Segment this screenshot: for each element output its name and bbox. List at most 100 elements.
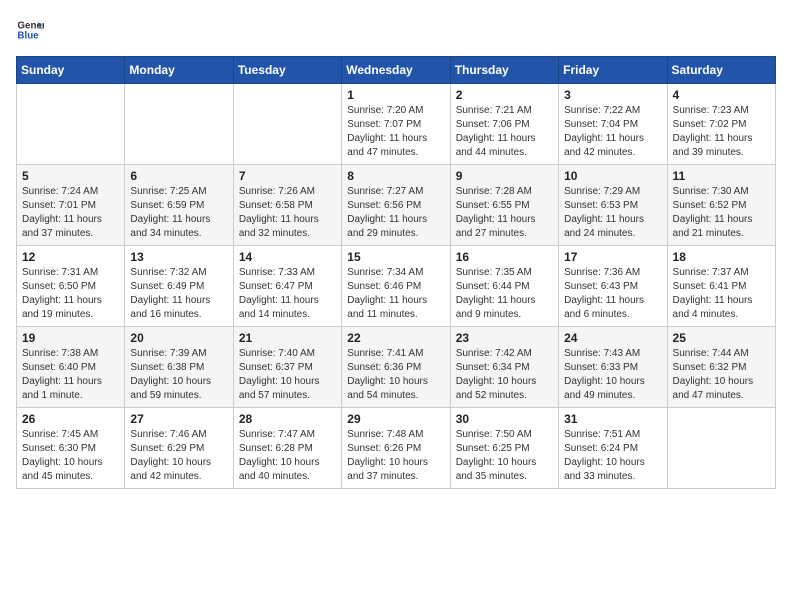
weekday-header: Saturday — [667, 57, 775, 84]
calendar-cell: 5 Sunrise: 7:24 AM Sunset: 7:01 PM Daylig… — [17, 165, 125, 246]
calendar-cell: 26 Sunrise: 7:45 AM Sunset: 6:30 PM Dayli… — [17, 408, 125, 489]
weekday-header: Thursday — [450, 57, 558, 84]
calendar-cell — [17, 84, 125, 165]
calendar-cell: 28Sunrise: 7:47 AM Sunset: 6:28 PM Dayli… — [233, 408, 341, 489]
day-info: Sunrise: 7:24 AM Sunset: 7:01 PM Dayligh… — [22, 185, 119, 241]
day-info: Sunrise: 7:34 AM Sunset: 6:46 PM Dayligh… — [347, 266, 444, 322]
svg-text:Blue: Blue — [17, 30, 39, 41]
calendar-cell: 29Sunrise: 7:48 AM Sunset: 6:26 PM Dayli… — [342, 408, 450, 489]
day-info: Sunrise: 7:38 AM Sunset: 6:40 PM Dayligh… — [22, 347, 119, 403]
day-info: Sunrise: 7:22 AM Sunset: 7:04 PM Dayligh… — [564, 104, 661, 160]
calendar-cell: 8Sunrise: 7:27 AM Sunset: 6:56 PM Daylig… — [342, 165, 450, 246]
day-info: Sunrise: 7:39 AM Sunset: 6:38 PM Dayligh… — [130, 347, 227, 403]
day-info: Sunrise: 7:42 AM Sunset: 6:34 PM Dayligh… — [456, 347, 553, 403]
calendar-cell: 22Sunrise: 7:41 AM Sunset: 6:36 PM Dayli… — [342, 327, 450, 408]
page-header: General Blue — [16, 16, 776, 44]
calendar-cell — [125, 84, 233, 165]
calendar-cell: 23 Sunrise: 7:42 AM Sunset: 6:34 PM Dayli… — [450, 327, 558, 408]
calendar: SundayMondayTuesdayWednesdayThursdayFrid… — [16, 56, 776, 489]
day-number: 12 — [22, 250, 119, 264]
calendar-cell: 24 Sunrise: 7:43 AM Sunset: 6:33 PM Dayli… — [559, 327, 667, 408]
calendar-cell: 3 Sunrise: 7:22 AM Sunset: 7:04 PM Daylig… — [559, 84, 667, 165]
day-number: 15 — [347, 250, 444, 264]
calendar-cell: 14 Sunrise: 7:33 AM Sunset: 6:47 PM Dayli… — [233, 246, 341, 327]
day-info: Sunrise: 7:43 AM Sunset: 6:33 PM Dayligh… — [564, 347, 661, 403]
day-info: Sunrise: 7:20 AM Sunset: 7:07 PM Dayligh… — [347, 104, 444, 160]
day-number: 20 — [130, 331, 227, 345]
day-number: 22 — [347, 331, 444, 345]
day-info: Sunrise: 7:51 AM Sunset: 6:24 PM Dayligh… — [564, 428, 661, 484]
logo: General Blue — [16, 16, 44, 44]
day-number: 14 — [239, 250, 336, 264]
calendar-cell: 19 Sunrise: 7:38 AM Sunset: 6:40 PM Dayli… — [17, 327, 125, 408]
calendar-cell — [667, 408, 775, 489]
weekday-header: Tuesday — [233, 57, 341, 84]
calendar-cell — [233, 84, 341, 165]
day-number: 19 — [22, 331, 119, 345]
day-number: 24 — [564, 331, 661, 345]
day-number: 23 — [456, 331, 553, 345]
day-info: Sunrise: 7:33 AM Sunset: 6:47 PM Dayligh… — [239, 266, 336, 322]
day-number: 4 — [673, 88, 770, 102]
day-number: 13 — [130, 250, 227, 264]
day-number: 11 — [673, 169, 770, 183]
week-row: 19 Sunrise: 7:38 AM Sunset: 6:40 PM Dayli… — [17, 327, 776, 408]
day-info: Sunrise: 7:32 AM Sunset: 6:49 PM Dayligh… — [130, 266, 227, 322]
weekday-header: Wednesday — [342, 57, 450, 84]
calendar-cell: 15 Sunrise: 7:34 AM Sunset: 6:46 PM Dayli… — [342, 246, 450, 327]
day-number: 1 — [347, 88, 444, 102]
week-row: 5 Sunrise: 7:24 AM Sunset: 7:01 PM Daylig… — [17, 165, 776, 246]
day-number: 5 — [22, 169, 119, 183]
calendar-cell: 25Sunrise: 7:44 AM Sunset: 6:32 PM Dayli… — [667, 327, 775, 408]
day-info: Sunrise: 7:23 AM Sunset: 7:02 PM Dayligh… — [673, 104, 770, 160]
calendar-cell: 6Sunrise: 7:25 AM Sunset: 6:59 PM Daylig… — [125, 165, 233, 246]
calendar-cell: 21 Sunrise: 7:40 AM Sunset: 6:37 PM Dayli… — [233, 327, 341, 408]
day-number: 16 — [456, 250, 553, 264]
week-row: 12 Sunrise: 7:31 AM Sunset: 6:50 PM Dayli… — [17, 246, 776, 327]
day-info: Sunrise: 7:35 AM Sunset: 6:44 PM Dayligh… — [456, 266, 553, 322]
calendar-cell: 12 Sunrise: 7:31 AM Sunset: 6:50 PM Dayli… — [17, 246, 125, 327]
day-info: Sunrise: 7:26 AM Sunset: 6:58 PM Dayligh… — [239, 185, 336, 241]
calendar-cell: 27Sunrise: 7:46 AM Sunset: 6:29 PM Dayli… — [125, 408, 233, 489]
day-info: Sunrise: 7:27 AM Sunset: 6:56 PM Dayligh… — [347, 185, 444, 241]
day-number: 3 — [564, 88, 661, 102]
calendar-cell: 2 Sunrise: 7:21 AM Sunset: 7:06 PM Daylig… — [450, 84, 558, 165]
day-number: 31 — [564, 412, 661, 426]
calendar-cell: 10 Sunrise: 7:29 AM Sunset: 6:53 PM Dayli… — [559, 165, 667, 246]
day-info: Sunrise: 7:45 AM Sunset: 6:30 PM Dayligh… — [22, 428, 119, 484]
weekday-header-row: SundayMondayTuesdayWednesdayThursdayFrid… — [17, 57, 776, 84]
day-number: 27 — [130, 412, 227, 426]
weekday-header: Monday — [125, 57, 233, 84]
day-info: Sunrise: 7:31 AM Sunset: 6:50 PM Dayligh… — [22, 266, 119, 322]
calendar-cell: 30 Sunrise: 7:50 AM Sunset: 6:25 PM Dayli… — [450, 408, 558, 489]
day-number: 10 — [564, 169, 661, 183]
day-number: 21 — [239, 331, 336, 345]
day-number: 30 — [456, 412, 553, 426]
logo-icon: General Blue — [16, 16, 44, 44]
day-info: Sunrise: 7:28 AM Sunset: 6:55 PM Dayligh… — [456, 185, 553, 241]
calendar-cell: 20 Sunrise: 7:39 AM Sunset: 6:38 PM Dayli… — [125, 327, 233, 408]
day-number: 7 — [239, 169, 336, 183]
weekday-header: Friday — [559, 57, 667, 84]
calendar-cell: 13 Sunrise: 7:32 AM Sunset: 6:49 PM Dayli… — [125, 246, 233, 327]
calendar-cell: 9 Sunrise: 7:28 AM Sunset: 6:55 PM Daylig… — [450, 165, 558, 246]
calendar-cell: 7 Sunrise: 7:26 AM Sunset: 6:58 PM Daylig… — [233, 165, 341, 246]
day-number: 29 — [347, 412, 444, 426]
day-number: 2 — [456, 88, 553, 102]
weekday-header: Sunday — [17, 57, 125, 84]
day-number: 26 — [22, 412, 119, 426]
calendar-cell: 11Sunrise: 7:30 AM Sunset: 6:52 PM Dayli… — [667, 165, 775, 246]
day-number: 28 — [239, 412, 336, 426]
week-row: 1 Sunrise: 7:20 AM Sunset: 7:07 PM Daylig… — [17, 84, 776, 165]
day-info: Sunrise: 7:29 AM Sunset: 6:53 PM Dayligh… — [564, 185, 661, 241]
calendar-cell: 18 Sunrise: 7:37 AM Sunset: 6:41 PM Dayli… — [667, 246, 775, 327]
day-info: Sunrise: 7:40 AM Sunset: 6:37 PM Dayligh… — [239, 347, 336, 403]
day-number: 17 — [564, 250, 661, 264]
day-info: Sunrise: 7:21 AM Sunset: 7:06 PM Dayligh… — [456, 104, 553, 160]
day-number: 9 — [456, 169, 553, 183]
day-info: Sunrise: 7:37 AM Sunset: 6:41 PM Dayligh… — [673, 266, 770, 322]
day-number: 25 — [673, 331, 770, 345]
day-number: 18 — [673, 250, 770, 264]
day-info: Sunrise: 7:50 AM Sunset: 6:25 PM Dayligh… — [456, 428, 553, 484]
calendar-cell: 17Sunrise: 7:36 AM Sunset: 6:43 PM Dayli… — [559, 246, 667, 327]
